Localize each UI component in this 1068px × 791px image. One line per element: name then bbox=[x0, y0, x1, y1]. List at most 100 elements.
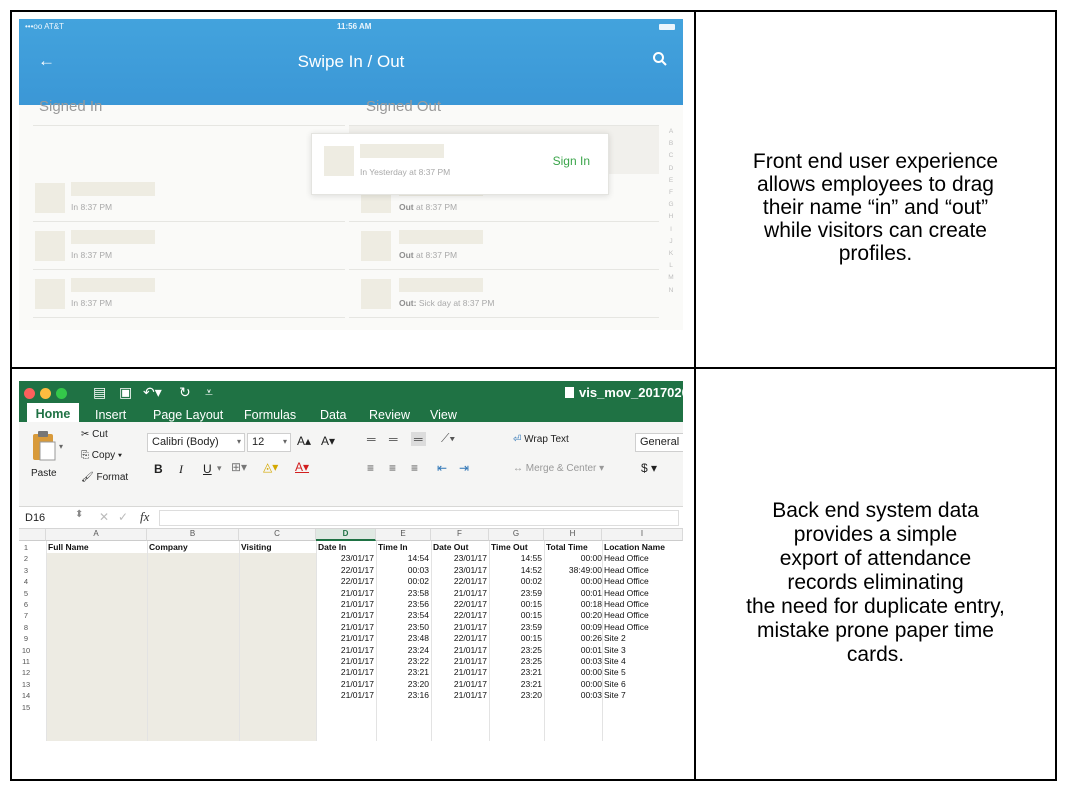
cut-button[interactable]: ✂︎ Cut bbox=[81, 429, 108, 440]
table-cell[interactable]: Head Office bbox=[604, 588, 681, 599]
wrap-text-button[interactable]: ⏎ Wrap Text bbox=[513, 434, 569, 445]
table-cell[interactable]: Site 2 bbox=[604, 633, 681, 644]
table-cell[interactable]: 00:03 bbox=[546, 690, 602, 701]
format-painter-button[interactable]: 🖌︎ Format bbox=[81, 472, 128, 483]
column-title[interactable]: Date In bbox=[318, 542, 375, 553]
column-header-a[interactable]: A bbox=[46, 529, 147, 541]
row-number[interactable]: 3 bbox=[19, 565, 33, 576]
decrease-indent-icon[interactable]: ⇤ bbox=[437, 461, 447, 475]
table-cell[interactable]: 00:03 bbox=[546, 656, 602, 667]
table-cell[interactable]: 23:48 bbox=[378, 633, 429, 644]
fill-color-icon[interactable]: ◬▾ bbox=[263, 460, 278, 474]
table-cell[interactable]: 23:22 bbox=[378, 656, 429, 667]
name-box[interactable]: D16 bbox=[25, 512, 45, 524]
font-family-select[interactable]: Calibri (Body) ▾ bbox=[147, 433, 245, 452]
table-cell[interactable]: 00:26 bbox=[546, 633, 602, 644]
table-cell[interactable]: 21/01/17 bbox=[433, 588, 487, 599]
row-number[interactable]: 11 bbox=[19, 656, 33, 667]
column-title[interactable]: Date Out bbox=[433, 542, 488, 553]
tab-formulas[interactable]: Formulas bbox=[244, 408, 296, 422]
table-cell[interactable]: Site 6 bbox=[604, 679, 681, 690]
table-cell[interactable]: 23:20 bbox=[378, 679, 429, 690]
column-header-c[interactable]: C bbox=[239, 529, 316, 541]
row-number[interactable]: 9 bbox=[19, 633, 33, 644]
alphabet-index[interactable]: ABCDEFGHIJKLMN bbox=[663, 126, 679, 297]
table-cell[interactable]: 21/01/17 bbox=[433, 679, 487, 690]
column-title[interactable]: Total Time bbox=[546, 542, 601, 553]
search-icon[interactable] bbox=[651, 50, 669, 68]
tab-review[interactable]: Review bbox=[369, 408, 410, 422]
table-cell[interactable]: 21/01/17 bbox=[318, 622, 374, 633]
bold-button[interactable]: B bbox=[154, 462, 163, 476]
table-cell[interactable]: 22/01/17 bbox=[318, 576, 374, 587]
table-cell[interactable]: 22/01/17 bbox=[433, 576, 487, 587]
table-cell[interactable]: 23/01/17 bbox=[318, 553, 374, 564]
table-cell[interactable]: 23:25 bbox=[491, 656, 542, 667]
table-cell[interactable]: 00:15 bbox=[491, 599, 542, 610]
table-cell[interactable]: 21/01/17 bbox=[318, 690, 374, 701]
column-title[interactable]: Time In bbox=[378, 542, 430, 553]
table-cell[interactable]: 00:15 bbox=[491, 610, 542, 621]
table-cell[interactable]: 23:20 bbox=[491, 690, 542, 701]
table-cell[interactable]: 00:00 bbox=[546, 576, 602, 587]
align-bottom-icon[interactable]: ═ bbox=[411, 432, 426, 446]
paste-icon[interactable] bbox=[31, 430, 57, 462]
italic-button[interactable]: I bbox=[179, 462, 183, 477]
table-cell[interactable]: 22/01/17 bbox=[433, 633, 487, 644]
table-cell[interactable]: 21/01/17 bbox=[433, 622, 487, 633]
table-cell[interactable]: 23:50 bbox=[378, 622, 429, 633]
row-number[interactable]: 1 bbox=[19, 542, 33, 553]
underline-button[interactable]: U bbox=[203, 462, 212, 476]
table-cell[interactable]: Site 4 bbox=[604, 656, 681, 667]
align-top-icon[interactable]: ═ bbox=[367, 432, 376, 446]
align-left-icon[interactable]: ≡ bbox=[367, 461, 374, 475]
minimize-window-button[interactable] bbox=[40, 388, 51, 399]
table-cell[interactable]: 00:00 bbox=[546, 667, 602, 678]
table-cell[interactable]: 22/01/17 bbox=[433, 599, 487, 610]
table-cell[interactable]: 00:20 bbox=[546, 610, 602, 621]
row-number[interactable]: 4 bbox=[19, 576, 33, 587]
column-header-g[interactable]: G bbox=[489, 529, 544, 541]
close-window-button[interactable] bbox=[24, 388, 35, 399]
table-cell[interactable]: 00:02 bbox=[491, 576, 542, 587]
maximize-window-button[interactable] bbox=[56, 388, 67, 399]
table-cell[interactable]: 21/01/17 bbox=[318, 679, 374, 690]
table-cell[interactable]: 00:09 bbox=[546, 622, 602, 633]
column-header-e[interactable]: E bbox=[376, 529, 431, 541]
undo-icon[interactable]: ↶▾ bbox=[143, 384, 162, 401]
table-cell[interactable]: Site 7 bbox=[604, 690, 681, 701]
row-number[interactable]: 10 bbox=[19, 645, 33, 656]
table-cell[interactable]: Head Office bbox=[604, 576, 681, 587]
table-cell[interactable]: Site 5 bbox=[604, 667, 681, 678]
tab-insert[interactable]: Insert bbox=[95, 408, 126, 422]
row-number[interactable]: 14 bbox=[19, 690, 33, 701]
number-format-select[interactable]: General bbox=[635, 433, 683, 452]
currency-button[interactable]: $ ▾ bbox=[641, 461, 657, 475]
tab-view[interactable]: View bbox=[430, 408, 457, 422]
row-number[interactable]: 15 bbox=[19, 702, 33, 713]
column-title[interactable]: Location Name bbox=[604, 542, 682, 553]
row-number[interactable]: 12 bbox=[19, 667, 33, 678]
table-cell[interactable]: 23:56 bbox=[378, 599, 429, 610]
table-cell[interactable]: 23:21 bbox=[491, 667, 542, 678]
row-number[interactable]: 6 bbox=[19, 599, 33, 610]
fx-icon[interactable]: fx bbox=[140, 509, 149, 525]
table-cell[interactable]: 21/01/17 bbox=[318, 656, 374, 667]
table-cell[interactable]: Site 3 bbox=[604, 645, 681, 656]
column-title[interactable]: Visiting bbox=[241, 542, 315, 553]
table-cell[interactable]: 23:54 bbox=[378, 610, 429, 621]
column-title[interactable]: Full Name bbox=[48, 542, 146, 553]
align-middle-icon[interactable]: ═ bbox=[389, 432, 398, 446]
tab-data[interactable]: Data bbox=[320, 408, 346, 422]
table-cell[interactable]: 21/01/17 bbox=[318, 599, 374, 610]
shrink-font-icon[interactable]: A▾ bbox=[321, 434, 335, 448]
column-header-i[interactable]: I bbox=[602, 529, 683, 541]
table-cell[interactable]: 23:21 bbox=[491, 679, 542, 690]
column-header-f[interactable]: F bbox=[431, 529, 489, 541]
table-cell[interactable]: 22/01/17 bbox=[318, 565, 374, 576]
table-cell[interactable]: Head Office bbox=[604, 622, 681, 633]
table-cell[interactable]: 23:24 bbox=[378, 645, 429, 656]
table-cell[interactable]: Head Office bbox=[604, 565, 681, 576]
row-number[interactable]: 5 bbox=[19, 588, 33, 599]
column-header-b[interactable]: B bbox=[147, 529, 239, 541]
